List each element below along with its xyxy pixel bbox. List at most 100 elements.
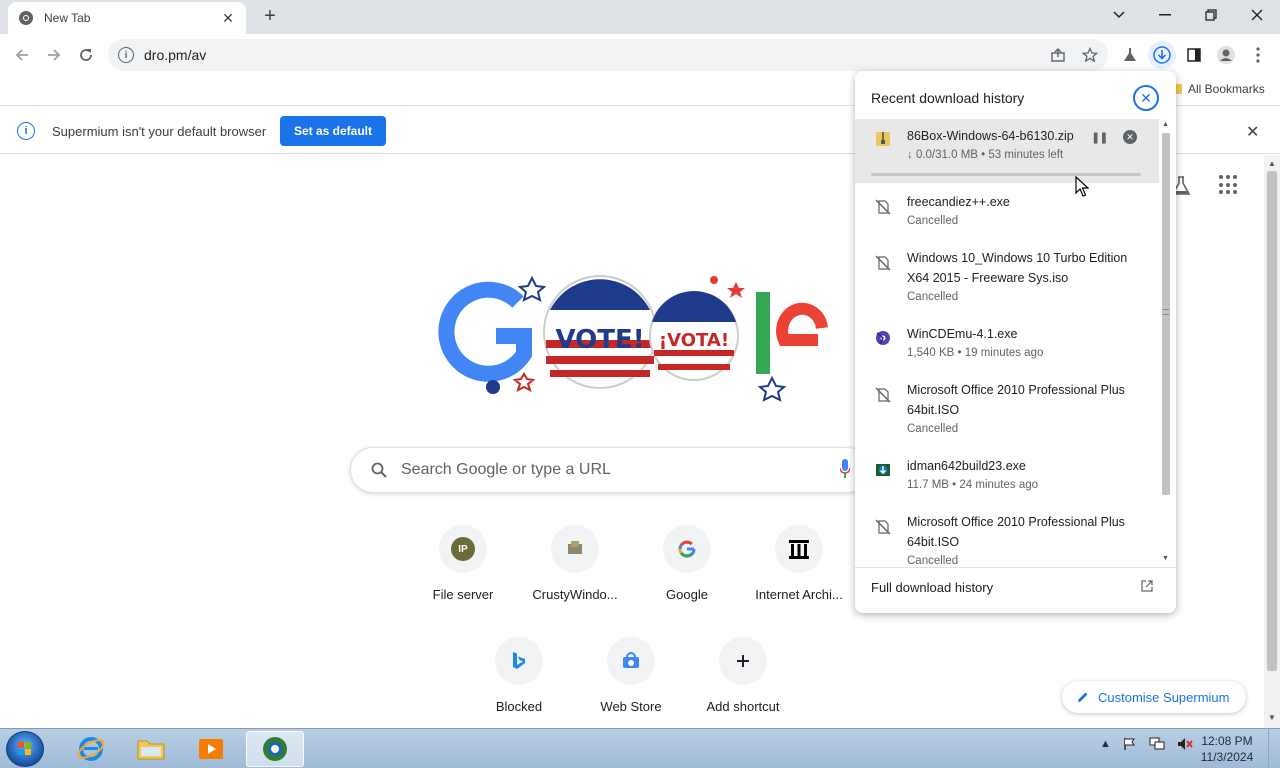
- clock-date: 11/3/2024: [1200, 750, 1254, 764]
- taskbar-clock[interactable]: 12:08 PM 11/3/2024: [1196, 733, 1258, 765]
- archive-icon: [775, 525, 823, 573]
- download-item[interactable]: Microsoft Office 2010 Professional Plus …: [855, 373, 1159, 449]
- back-button[interactable]: [8, 41, 36, 69]
- close-icon[interactable]: ✕: [220, 10, 236, 26]
- download-status: 11.7 MB • 24 minutes ago: [907, 479, 1039, 491]
- shortcut-internet-archive[interactable]: Internet Archi...: [743, 525, 855, 602]
- search-icon: [371, 462, 387, 478]
- close-icon: [1251, 9, 1263, 21]
- scroll-down-arrow-icon[interactable]: ▼: [1162, 555, 1169, 562]
- share-icon: [1051, 48, 1065, 62]
- pause-icon[interactable]: ❚❚: [1091, 131, 1108, 144]
- svg-text:VOTE!: VOTE!: [555, 325, 644, 355]
- all-bookmarks-label: All Bookmarks: [1188, 82, 1265, 96]
- volume-muted-icon[interactable]: [1177, 737, 1193, 751]
- close-icon[interactable]: ✕: [1133, 85, 1159, 111]
- system-tray: ▲: [1100, 737, 1193, 751]
- internet-explorer-icon: [77, 737, 105, 761]
- shortcut-add[interactable]: Add shortcut: [687, 637, 799, 714]
- folder-icon: [137, 740, 165, 760]
- infobar-close-icon[interactable]: ✕: [1246, 122, 1259, 142]
- download-item[interactable]: WinCDEmu-4.1.exe 1,540 KB • 19 minutes a…: [855, 317, 1159, 373]
- zip-icon: [876, 132, 890, 146]
- scrollbar-thumb[interactable]: [1267, 171, 1277, 671]
- cancelled-file-icon: [875, 199, 891, 215]
- scrollbar-grip: [1163, 309, 1169, 315]
- side-panel-icon: [1187, 48, 1201, 62]
- shortcut-crustywindows[interactable]: CrustyWindo...: [519, 525, 631, 602]
- taskbar-supermium[interactable]: [246, 731, 304, 767]
- download-bubble-title: Recent download history: [871, 90, 1025, 106]
- cancel-download-icon[interactable]: ✕: [1123, 130, 1137, 144]
- site-info-icon[interactable]: i: [118, 47, 134, 63]
- full-download-history-link[interactable]: Full download history: [855, 567, 1176, 613]
- download-item[interactable]: 86Box-Windows-64-b6130.zip ↓ 0.0/31.0 MB…: [855, 119, 1159, 183]
- shortcut-blocked[interactable]: Blocked: [463, 637, 575, 714]
- share-button[interactable]: [1044, 41, 1072, 69]
- menu-button[interactable]: [1244, 41, 1272, 69]
- new-tab-button[interactable]: +: [258, 6, 282, 28]
- side-panel-button[interactable]: [1180, 41, 1208, 69]
- page-scrollbar[interactable]: ▲ ▼: [1264, 155, 1280, 728]
- download-item[interactable]: Microsoft Office 2010 Professional Plus …: [855, 505, 1159, 567]
- shortcut-google[interactable]: Google: [631, 525, 743, 602]
- shortcut-label: File server: [432, 587, 494, 602]
- shortcut-web-store[interactable]: Web Store: [575, 637, 687, 714]
- google-g-icon: [663, 525, 711, 573]
- extensions-button[interactable]: [1116, 41, 1144, 69]
- restore-button[interactable]: [1188, 0, 1234, 30]
- address-bar[interactable]: i dro.pm/av: [108, 39, 1108, 71]
- scroll-up-arrow-icon[interactable]: ▲: [1162, 121, 1169, 128]
- chevron-down-icon: [1113, 11, 1125, 19]
- mouse-cursor-icon: [1075, 176, 1089, 197]
- download-status: Cancelled: [907, 555, 959, 567]
- download-status: Cancelled: [907, 215, 959, 227]
- scroll-up-arrow-icon[interactable]: ▲: [1268, 159, 1276, 168]
- start-button[interactable]: [6, 731, 44, 767]
- reload-button[interactable]: [72, 41, 100, 69]
- plus-icon: [719, 637, 767, 685]
- google-vote-doodle[interactable]: VOTE! ¡VOTA!: [438, 270, 838, 410]
- network-icon[interactable]: [1149, 737, 1165, 751]
- profile-button[interactable]: [1212, 41, 1240, 69]
- downloads-button[interactable]: [1148, 41, 1176, 69]
- action-center-flag-icon[interactable]: [1123, 737, 1137, 751]
- crustywindows-icon: [551, 525, 599, 573]
- shortcut-file-server[interactable]: IP File server: [407, 525, 519, 602]
- download-item[interactable]: idman642build23.exe 11.7 MB • 24 minutes…: [855, 449, 1159, 505]
- bookmark-star-button[interactable]: [1076, 41, 1104, 69]
- restore-icon: [1205, 9, 1217, 21]
- download-item[interactable]: freecandiez++.exe Cancelled: [855, 185, 1159, 241]
- download-list-scrollbar[interactable]: ▲ ▼: [1159, 119, 1173, 567]
- forward-button[interactable]: [40, 41, 68, 69]
- scroll-down-arrow-icon[interactable]: ▼: [1268, 713, 1276, 722]
- show-desktop-button[interactable]: [1268, 729, 1280, 768]
- pencil-icon: [1078, 692, 1088, 702]
- info-icon: i: [17, 122, 35, 140]
- taskbar-internet-explorer[interactable]: [62, 731, 120, 767]
- customise-button[interactable]: Customise Supermium: [1062, 681, 1246, 713]
- google-apps-icon[interactable]: [1219, 175, 1239, 195]
- infobar-message: Supermium isn't your default browser: [52, 124, 267, 139]
- tab-title: New Tab: [44, 11, 91, 25]
- tab-new-tab[interactable]: New Tab ✕: [8, 2, 246, 34]
- tab-search-button[interactable]: [1096, 0, 1142, 30]
- download-filename: WinCDEmu-4.1.exe: [907, 327, 1018, 341]
- search-box[interactable]: Search Google or type a URL: [350, 447, 870, 493]
- download-filename: freecandiez++.exe: [907, 195, 1010, 209]
- download-filename: Microsoft Office 2010 Professional Plus …: [907, 515, 1125, 549]
- show-hidden-icons-icon[interactable]: ▲: [1100, 738, 1111, 750]
- taskbar-media-player[interactable]: [182, 731, 240, 767]
- all-bookmarks-button[interactable]: All Bookmarks: [1170, 82, 1265, 96]
- close-window-button[interactable]: [1234, 0, 1280, 30]
- download-progress-bar: [871, 173, 1141, 176]
- tab-strip: New Tab ✕ +: [0, 0, 1280, 34]
- bing-icon: [495, 637, 543, 685]
- minimize-button[interactable]: [1142, 0, 1188, 30]
- download-item[interactable]: Windows 10_Windows 10 Turbo Edition X64 …: [855, 241, 1159, 317]
- shortcut-label: Google: [666, 587, 708, 602]
- set-as-default-button[interactable]: Set as default: [280, 116, 386, 146]
- microphone-icon[interactable]: [840, 459, 850, 479]
- svg-text:¡VOTA!: ¡VOTA!: [659, 330, 729, 351]
- taskbar-file-explorer[interactable]: [122, 731, 180, 767]
